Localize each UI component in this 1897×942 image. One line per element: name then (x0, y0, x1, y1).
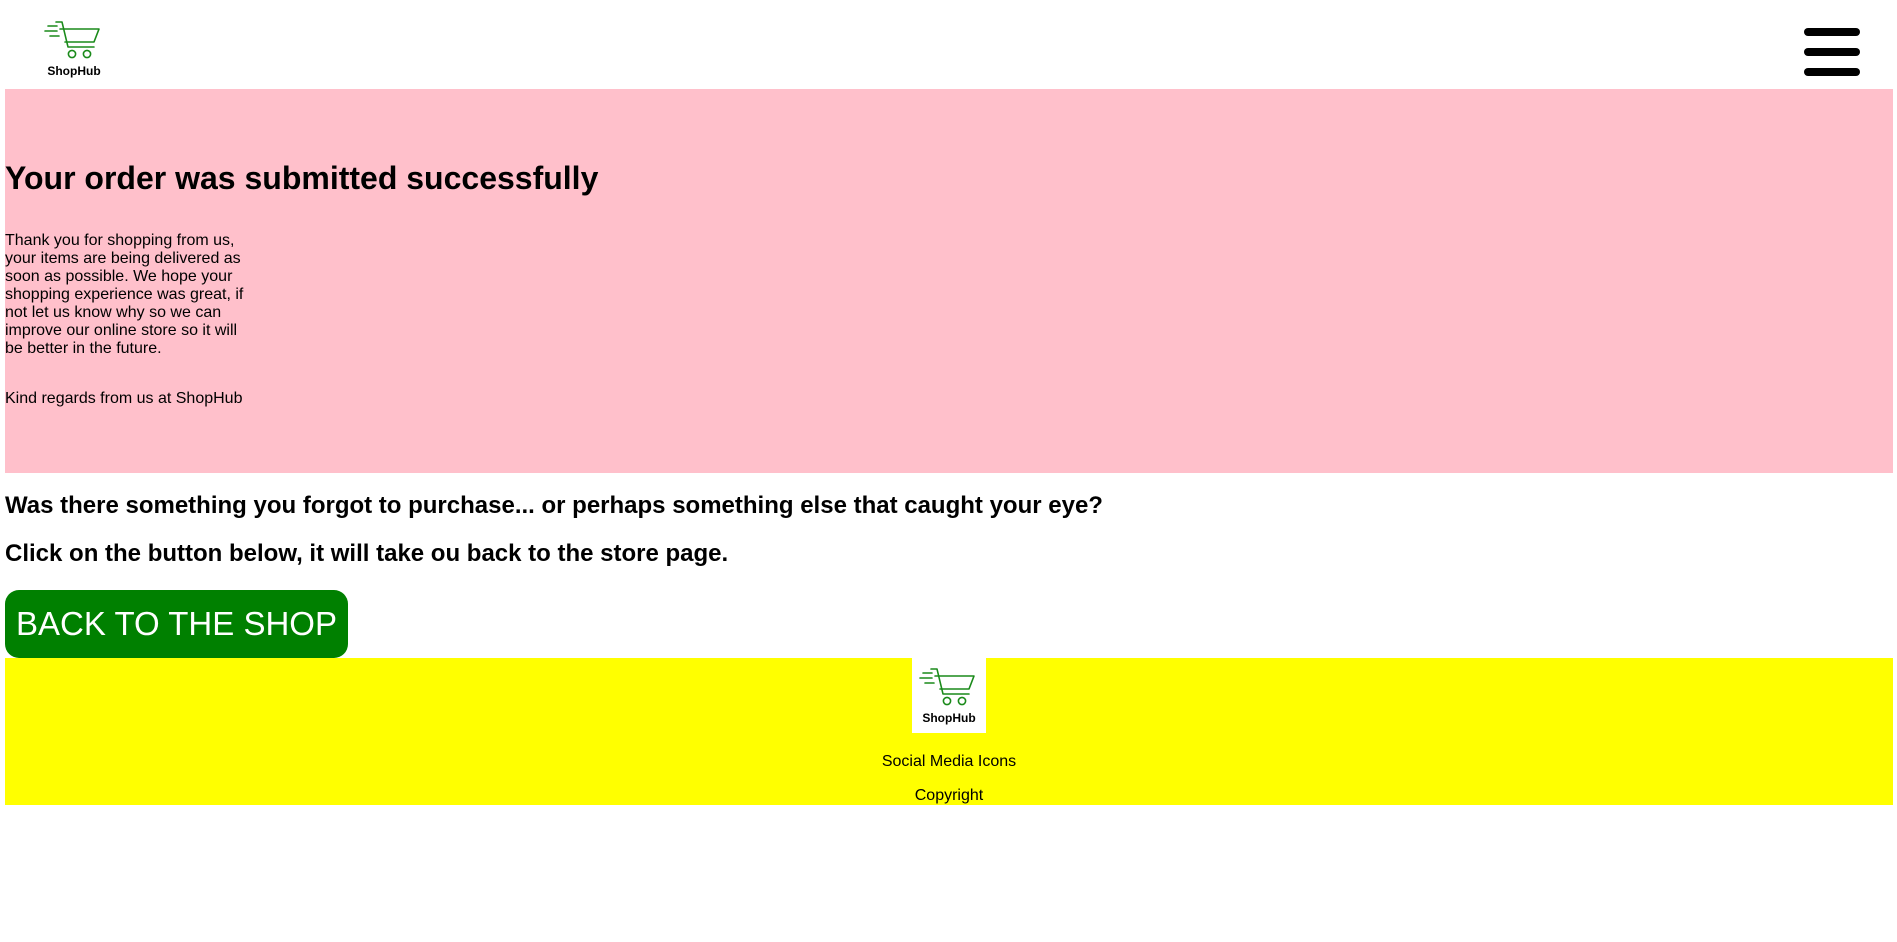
footer-logo[interactable]: ShopHub (912, 658, 986, 733)
header-logo-text: ShopHub (47, 64, 101, 78)
header-logo[interactable]: ShopHub (44, 20, 104, 80)
forgot-purchase-question: Was there something you forgot to purcha… (5, 492, 1103, 519)
footer-logo-text: ShopHub (922, 711, 976, 725)
menu-bar (1804, 48, 1860, 56)
back-to-shop-button[interactable]: BACK TO THE SHOP (5, 590, 348, 658)
order-confirmation-page: ShopHub Your order was submitted success… (0, 0, 1897, 942)
order-success-banner: Your order was submitted successfully Th… (5, 89, 1893, 473)
menu-bar (1804, 68, 1860, 76)
shopping-cart-icon (44, 21, 100, 59)
page-title: Your order was submitted successfully (5, 160, 599, 196)
shopping-cart-icon (919, 668, 975, 706)
social-media-icons: Social Media Icons (881, 753, 1017, 770)
footer: ShopHub Social Media Icons Copyright (5, 658, 1893, 805)
hamburger-menu-icon[interactable] (1804, 26, 1860, 78)
top-navigation: ShopHub (0, 0, 1897, 89)
regards-text: Kind regards from us at ShopHub (5, 390, 243, 407)
copyright-text: Copyright (914, 787, 984, 804)
back-instruction: Click on the button below, it will take … (5, 540, 729, 567)
thank-you-message: Thank you for shopping from us, your ite… (5, 232, 244, 357)
menu-bar (1804, 28, 1860, 36)
